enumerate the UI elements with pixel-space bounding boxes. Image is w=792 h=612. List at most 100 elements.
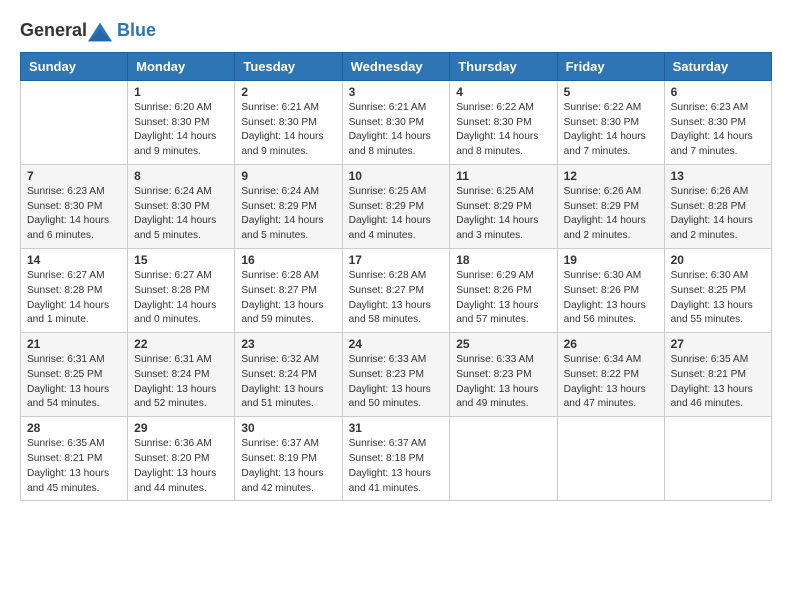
day-info: Sunrise: 6:30 AM Sunset: 8:25 PM Dayligh… (671, 269, 765, 328)
header-cell-saturday: Saturday (664, 52, 771, 80)
header-cell-wednesday: Wednesday (342, 52, 450, 80)
day-number: 12 (564, 169, 658, 183)
day-info: Sunrise: 6:29 AM Sunset: 8:26 PM Dayligh… (456, 269, 550, 328)
day-info: Sunrise: 6:37 AM Sunset: 8:19 PM Dayligh… (241, 437, 335, 496)
day-number: 3 (349, 85, 444, 99)
day-cell: 7 Sunrise: 6:23 AM Sunset: 8:30 PM Daylig… (21, 164, 128, 248)
day-number: 6 (671, 85, 765, 99)
day-cell: 19 Sunrise: 6:30 AM Sunset: 8:26 PM Dayli… (557, 249, 664, 333)
day-number: 19 (564, 253, 658, 267)
day-cell: 6 Sunrise: 6:23 AM Sunset: 8:30 PM Daylig… (664, 80, 771, 164)
day-info: Sunrise: 6:33 AM Sunset: 8:23 PM Dayligh… (349, 353, 444, 412)
day-info: Sunrise: 6:22 AM Sunset: 8:30 PM Dayligh… (564, 101, 658, 160)
day-info: Sunrise: 6:27 AM Sunset: 8:28 PM Dayligh… (27, 269, 121, 328)
week-row-1: 1 Sunrise: 6:20 AM Sunset: 8:30 PM Daylig… (21, 80, 772, 164)
week-row-2: 7 Sunrise: 6:23 AM Sunset: 8:30 PM Daylig… (21, 164, 772, 248)
day-info: Sunrise: 6:24 AM Sunset: 8:30 PM Dayligh… (134, 185, 228, 244)
header-cell-monday: Monday (128, 52, 235, 80)
day-cell: 23 Sunrise: 6:32 AM Sunset: 8:24 PM Dayli… (235, 333, 342, 417)
day-info: Sunrise: 6:36 AM Sunset: 8:20 PM Dayligh… (134, 437, 228, 496)
day-number: 23 (241, 337, 335, 351)
day-info: Sunrise: 6:23 AM Sunset: 8:30 PM Dayligh… (671, 101, 765, 160)
day-number: 15 (134, 253, 228, 267)
day-info: Sunrise: 6:21 AM Sunset: 8:30 PM Dayligh… (349, 101, 444, 160)
day-number: 17 (349, 253, 444, 267)
day-number: 10 (349, 169, 444, 183)
day-cell: 16 Sunrise: 6:28 AM Sunset: 8:27 PM Dayli… (235, 249, 342, 333)
day-info: Sunrise: 6:25 AM Sunset: 8:29 PM Dayligh… (349, 185, 444, 244)
day-info: Sunrise: 6:26 AM Sunset: 8:29 PM Dayligh… (564, 185, 658, 244)
day-info: Sunrise: 6:28 AM Sunset: 8:27 PM Dayligh… (349, 269, 444, 328)
day-info: Sunrise: 6:22 AM Sunset: 8:30 PM Dayligh… (456, 101, 550, 160)
day-info: Sunrise: 6:24 AM Sunset: 8:29 PM Dayligh… (241, 185, 335, 244)
day-cell: 18 Sunrise: 6:29 AM Sunset: 8:26 PM Dayli… (450, 249, 557, 333)
day-number: 22 (134, 337, 228, 351)
day-number: 29 (134, 421, 228, 435)
day-cell: 4Sunrise: 6:22 AM Sunset: 8:30 PM Daylig… (450, 80, 557, 164)
header-cell-thursday: Thursday (450, 52, 557, 80)
day-number: 14 (27, 253, 121, 267)
day-info: Sunrise: 6:32 AM Sunset: 8:24 PM Dayligh… (241, 353, 335, 412)
day-info: Sunrise: 6:35 AM Sunset: 8:21 PM Dayligh… (671, 353, 765, 412)
day-cell: 11 Sunrise: 6:25 AM Sunset: 8:29 PM Dayli… (450, 164, 557, 248)
day-number: 8 (134, 169, 228, 183)
day-cell: 15 Sunrise: 6:27 AM Sunset: 8:28 PM Dayli… (128, 249, 235, 333)
day-cell: 5Sunrise: 6:22 AM Sunset: 8:30 PM Daylig… (557, 80, 664, 164)
day-cell: 24 Sunrise: 6:33 AM Sunset: 8:23 PM Dayli… (342, 333, 450, 417)
day-number: 31 (349, 421, 444, 435)
day-info: Sunrise: 6:26 AM Sunset: 8:28 PM Dayligh… (671, 185, 765, 244)
day-cell: 3 Sunrise: 6:21 AM Sunset: 8:30 PM Daylig… (342, 80, 450, 164)
day-cell (450, 417, 557, 501)
day-cell: 21 Sunrise: 6:31 AM Sunset: 8:25 PM Dayli… (21, 333, 128, 417)
day-number: 1 (134, 85, 228, 99)
day-cell: 20 Sunrise: 6:30 AM Sunset: 8:25 PM Dayli… (664, 249, 771, 333)
header-row: SundayMondayTuesdayWednesdayThursdayFrid… (21, 52, 772, 80)
logo-text-blue: Blue (117, 20, 156, 41)
day-number: 21 (27, 337, 121, 351)
day-number: 24 (349, 337, 444, 351)
day-number: 7 (27, 169, 121, 183)
logo: General Blue (20, 20, 156, 42)
day-cell: 28Sunrise: 6:35 AM Sunset: 8:21 PM Dayli… (21, 417, 128, 501)
day-info: Sunrise: 6:25 AM Sunset: 8:29 PM Dayligh… (456, 185, 550, 244)
day-info: Sunrise: 6:27 AM Sunset: 8:28 PM Dayligh… (134, 269, 228, 328)
calendar-table: SundayMondayTuesdayWednesdayThursdayFrid… (20, 52, 772, 502)
day-cell: 14 Sunrise: 6:27 AM Sunset: 8:28 PM Dayli… (21, 249, 128, 333)
day-cell: 2 Sunrise: 6:21 AM Sunset: 8:30 PM Daylig… (235, 80, 342, 164)
day-cell: 1 Sunrise: 6:20 AM Sunset: 8:30 PM Daylig… (128, 80, 235, 164)
day-info: Sunrise: 6:20 AM Sunset: 8:30 PM Dayligh… (134, 101, 228, 160)
day-info: Sunrise: 6:34 AM Sunset: 8:22 PM Dayligh… (564, 353, 658, 412)
day-info: Sunrise: 6:31 AM Sunset: 8:24 PM Dayligh… (134, 353, 228, 412)
day-info: Sunrise: 6:31 AM Sunset: 8:25 PM Dayligh… (27, 353, 121, 412)
day-cell (664, 417, 771, 501)
day-cell: 26Sunrise: 6:34 AM Sunset: 8:22 PM Dayli… (557, 333, 664, 417)
day-number: 2 (241, 85, 335, 99)
day-number: 11 (456, 169, 550, 183)
header-cell-tuesday: Tuesday (235, 52, 342, 80)
day-number: 30 (241, 421, 335, 435)
week-row-5: 28Sunrise: 6:35 AM Sunset: 8:21 PM Dayli… (21, 417, 772, 501)
day-info: Sunrise: 6:28 AM Sunset: 8:27 PM Dayligh… (241, 269, 335, 328)
day-info: Sunrise: 6:37 AM Sunset: 8:18 PM Dayligh… (349, 437, 444, 496)
day-number: 18 (456, 253, 550, 267)
day-info: Sunrise: 6:35 AM Sunset: 8:21 PM Dayligh… (27, 437, 121, 496)
day-info: Sunrise: 6:23 AM Sunset: 8:30 PM Dayligh… (27, 185, 121, 244)
day-number: 9 (241, 169, 335, 183)
header-cell-friday: Friday (557, 52, 664, 80)
day-cell: 12 Sunrise: 6:26 AM Sunset: 8:29 PM Dayli… (557, 164, 664, 248)
week-row-4: 21 Sunrise: 6:31 AM Sunset: 8:25 PM Dayli… (21, 333, 772, 417)
day-number: 27 (671, 337, 765, 351)
day-cell: 22 Sunrise: 6:31 AM Sunset: 8:24 PM Dayli… (128, 333, 235, 417)
header: General Blue (20, 20, 772, 42)
day-number: 16 (241, 253, 335, 267)
day-number: 25 (456, 337, 550, 351)
day-cell: 29 Sunrise: 6:36 AM Sunset: 8:20 PM Dayli… (128, 417, 235, 501)
day-info: Sunrise: 6:33 AM Sunset: 8:23 PM Dayligh… (456, 353, 550, 412)
day-info: Sunrise: 6:30 AM Sunset: 8:26 PM Dayligh… (564, 269, 658, 328)
day-cell: 17 Sunrise: 6:28 AM Sunset: 8:27 PM Dayli… (342, 249, 450, 333)
day-number: 20 (671, 253, 765, 267)
day-cell (21, 80, 128, 164)
day-cell: 30 Sunrise: 6:37 AM Sunset: 8:19 PM Dayli… (235, 417, 342, 501)
week-row-3: 14 Sunrise: 6:27 AM Sunset: 8:28 PM Dayli… (21, 249, 772, 333)
day-info: Sunrise: 6:21 AM Sunset: 8:30 PM Dayligh… (241, 101, 335, 160)
